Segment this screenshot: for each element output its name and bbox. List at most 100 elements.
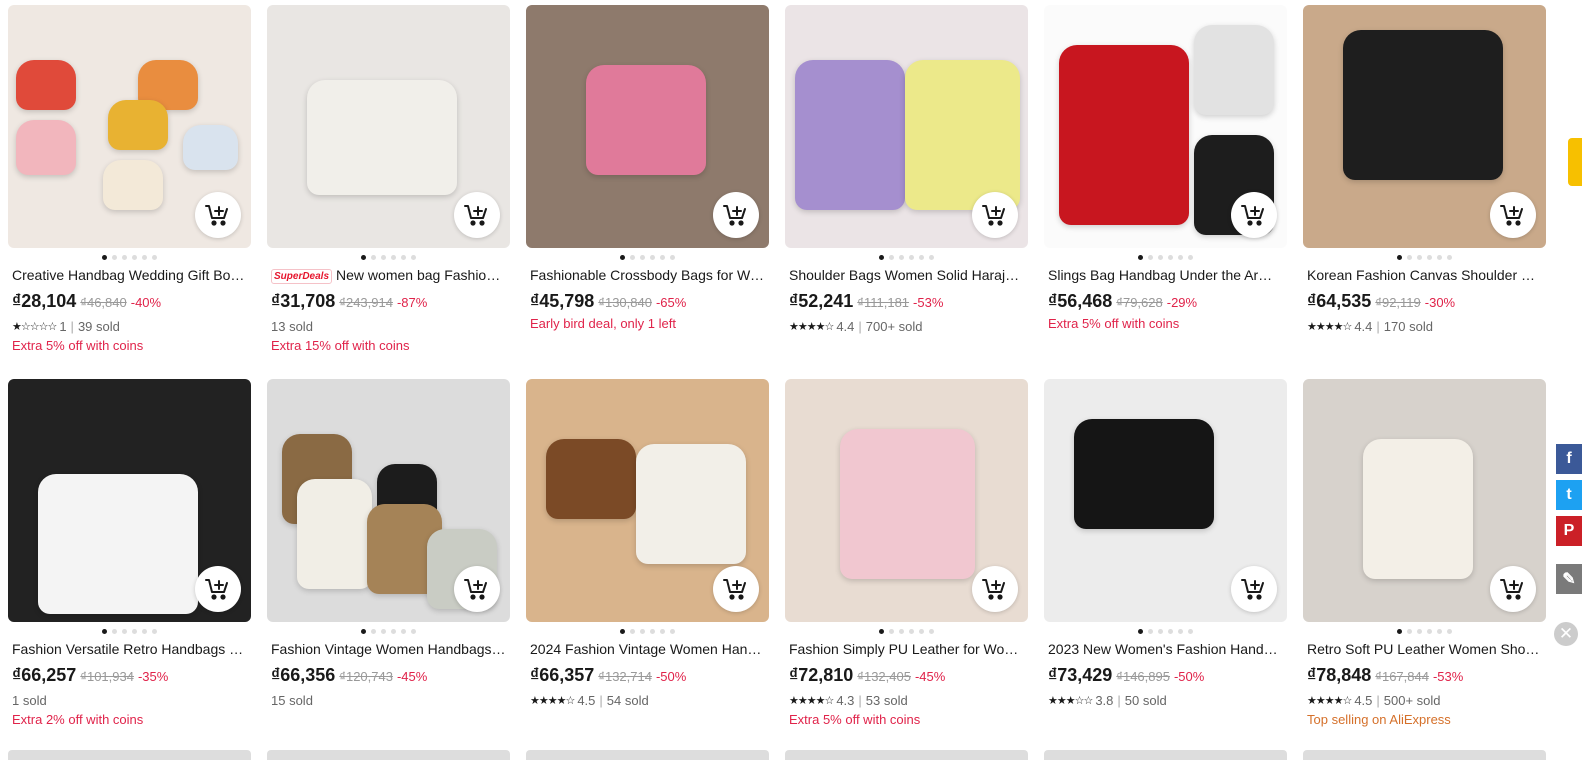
carousel-dot[interactable] [670,628,675,634]
image-carousel-dots[interactable] [785,624,1028,638]
carousel-dot[interactable] [411,254,416,260]
image-carousel-dots[interactable] [526,624,769,638]
product-title[interactable]: 2024 Fashion Vintage Women Hand... [526,640,769,658]
carousel-dot[interactable] [630,628,635,634]
add-to-cart-button[interactable] [1490,566,1536,612]
carousel-dot[interactable] [122,628,127,634]
product-image[interactable] [8,379,251,622]
carousel-dot[interactable] [1188,628,1193,634]
carousel-dot[interactable] [889,254,894,260]
next-row-item[interactable] [1303,750,1546,760]
carousel-dot[interactable] [1447,254,1452,260]
carousel-dot[interactable] [391,628,396,634]
twitter-share-button[interactable]: t [1556,480,1582,510]
carousel-dot[interactable] [650,628,655,634]
carousel-dot[interactable] [1148,628,1153,634]
carousel-dot[interactable] [142,628,147,634]
image-carousel-dots[interactable] [267,250,510,264]
carousel-dot[interactable] [1397,254,1402,260]
image-carousel-dots[interactable] [8,250,251,264]
carousel-dot[interactable] [1437,254,1442,260]
edit-button[interactable]: ✎ [1556,564,1582,594]
carousel-dot[interactable] [630,254,635,260]
carousel-dot[interactable] [1178,254,1183,260]
close-share-button[interactable]: ✕ [1554,622,1578,646]
add-to-cart-button[interactable] [972,192,1018,238]
add-to-cart-button[interactable] [1490,192,1536,238]
carousel-dot[interactable] [142,254,147,260]
carousel-dot[interactable] [650,254,655,260]
add-to-cart-button[interactable] [1231,566,1277,612]
carousel-dot[interactable] [1148,254,1153,260]
feedback-tab[interactable] [1568,138,1582,186]
carousel-dot[interactable] [132,628,137,634]
product-title[interactable]: Fashionable Crossbody Bags for Wo... [526,266,769,284]
carousel-dot[interactable] [899,254,904,260]
carousel-dot[interactable] [929,254,934,260]
carousel-dot[interactable] [1138,628,1143,634]
product-image[interactable] [1303,379,1546,622]
product-image[interactable] [785,379,1028,622]
carousel-dot[interactable] [122,254,127,260]
product-card[interactable]: Korean Fashion Canvas Shoulder W... ₫64,… [1303,5,1546,357]
carousel-dot[interactable] [620,628,625,634]
carousel-dot[interactable] [1447,628,1452,634]
next-row-item[interactable] [8,750,251,760]
carousel-dot[interactable] [1407,254,1412,260]
carousel-dot[interactable] [1417,628,1422,634]
next-row-item[interactable] [785,750,1028,760]
carousel-dot[interactable] [361,628,366,634]
product-card[interactable]: SuperDeals New women bag Fashion ... ₫31,… [267,5,510,357]
product-card[interactable]: Fashion Vintage Women Handbags ... ₫66,3… [267,379,510,731]
product-title[interactable]: Fashion Versatile Retro Handbags fo... [8,640,251,658]
carousel-dot[interactable] [152,628,157,634]
product-title[interactable]: Fashion Vintage Women Handbags ... [267,640,510,658]
product-card[interactable]: Slings Bag Handbag Under the Arm ... ₫56… [1044,5,1287,357]
carousel-dot[interactable] [1158,254,1163,260]
carousel-dot[interactable] [929,628,934,634]
product-card[interactable]: Fashionable Crossbody Bags for Wo... ₫45… [526,5,769,357]
carousel-dot[interactable] [919,254,924,260]
carousel-dot[interactable] [1427,628,1432,634]
image-carousel-dots[interactable] [1303,250,1546,264]
product-card[interactable]: 2023 New Women's Fashion Handb... ₫73,42… [1044,379,1287,731]
product-title[interactable]: 2023 New Women's Fashion Handb... [1044,640,1287,658]
product-card[interactable]: Fashion Versatile Retro Handbags fo... ₫… [8,379,251,731]
next-row-item[interactable] [1044,750,1287,760]
add-to-cart-button[interactable] [454,566,500,612]
carousel-dot[interactable] [1188,254,1193,260]
carousel-dot[interactable] [640,628,645,634]
carousel-dot[interactable] [401,254,406,260]
carousel-dot[interactable] [660,628,665,634]
carousel-dot[interactable] [1397,628,1402,634]
carousel-dot[interactable] [1168,254,1173,260]
carousel-dot[interactable] [361,254,366,260]
carousel-dot[interactable] [102,254,107,260]
carousel-dot[interactable] [411,628,416,634]
add-to-cart-button[interactable] [1231,192,1277,238]
carousel-dot[interactable] [660,254,665,260]
product-title[interactable]: Retro Soft PU Leather Women Shou... [1303,640,1546,658]
carousel-dot[interactable] [371,254,376,260]
carousel-dot[interactable] [640,254,645,260]
product-image[interactable] [1303,5,1546,248]
carousel-dot[interactable] [909,628,914,634]
product-title[interactable]: Shoulder Bags Women Solid Haraju... [785,266,1028,284]
carousel-dot[interactable] [1138,254,1143,260]
product-card[interactable]: Creative Handbag Wedding Gift Box... ₫28… [8,5,251,357]
image-carousel-dots[interactable] [8,624,251,638]
image-carousel-dots[interactable] [267,624,510,638]
carousel-dot[interactable] [620,254,625,260]
carousel-dot[interactable] [889,628,894,634]
carousel-dot[interactable] [371,628,376,634]
product-image[interactable] [267,5,510,248]
carousel-dot[interactable] [1178,628,1183,634]
product-title[interactable]: Creative Handbag Wedding Gift Box... [8,266,251,284]
product-image[interactable] [526,379,769,622]
product-image[interactable] [1044,5,1287,248]
carousel-dot[interactable] [112,254,117,260]
product-card[interactable]: Fashion Simply PU Leather for Wom... ₫72… [785,379,1028,731]
carousel-dot[interactable] [879,628,884,634]
carousel-dot[interactable] [909,254,914,260]
carousel-dot[interactable] [152,254,157,260]
